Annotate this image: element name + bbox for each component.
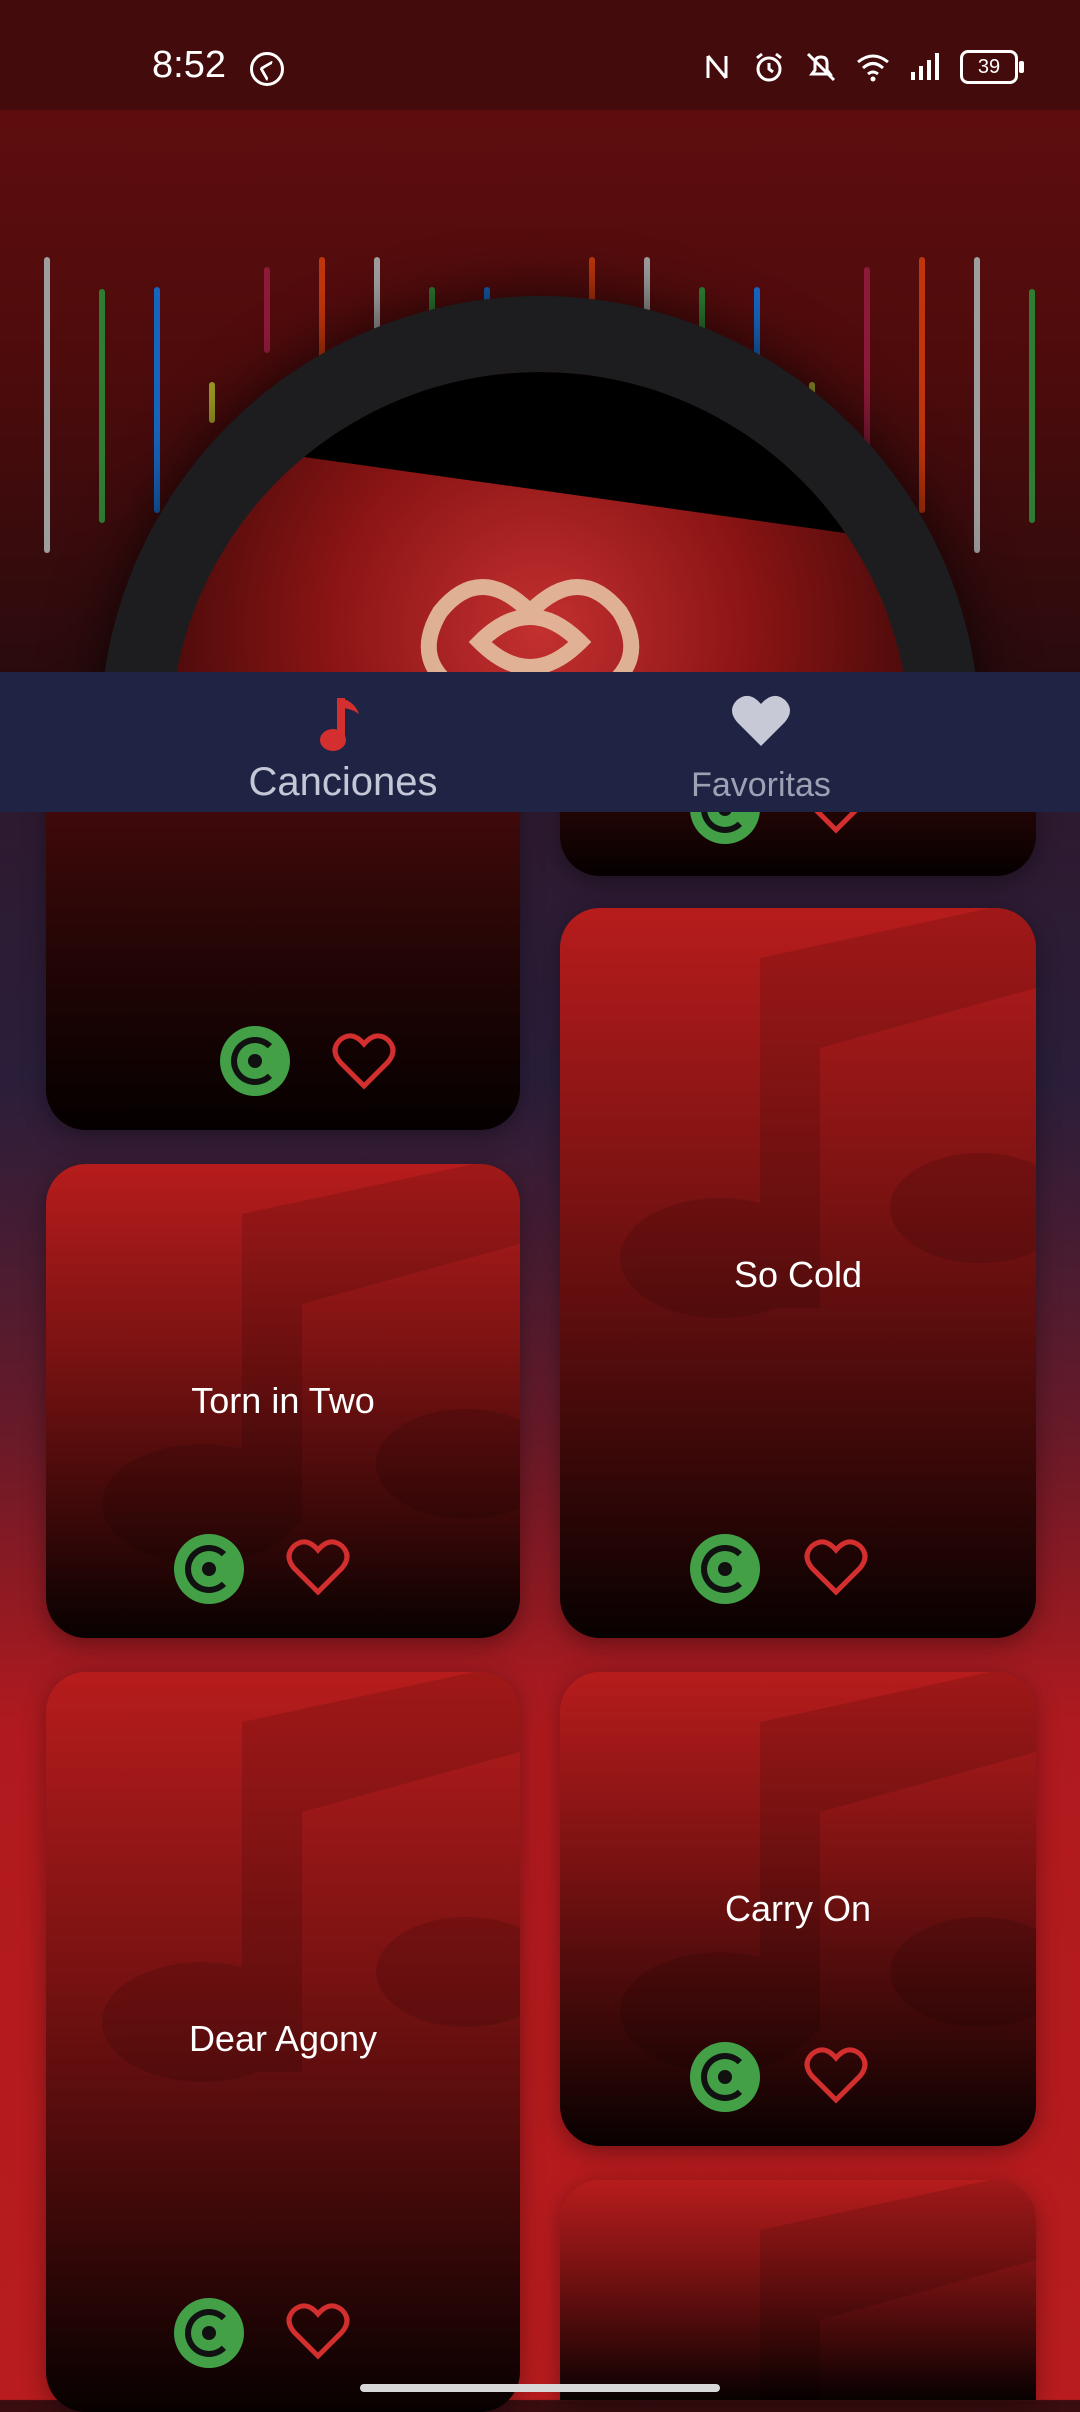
song-card[interactable]: Torn in Two [46,1164,520,1638]
heart-icon [732,695,790,746]
celtic-knot-icon [420,579,640,672]
song-title: Dear Agony [188,2018,378,2059]
song-card[interactable] [46,760,520,1130]
play-disc-icon[interactable] [174,2298,244,2368]
tab-canciones[interactable]: Canciones [193,672,493,812]
mute-icon [806,52,836,82]
home-indicator[interactable] [360,2384,720,2392]
status-icons: 39 [700,50,1024,84]
favorite-heart-icon[interactable] [286,2302,350,2362]
song-title: Torn in Two [191,1380,375,1421]
song-card[interactable] [560,2180,1036,2400]
play-disc-icon[interactable] [220,1026,290,1096]
album-cover [170,372,910,672]
tab-label-canciones: Canciones [248,760,438,804]
song-card[interactable]: Dear Agony [46,1672,520,2412]
whatsapp-icon [250,52,284,86]
music-note-icon [320,698,359,751]
song-card[interactable]: So Cold [560,908,1036,1638]
tab-label-favoritas: Favoritas [691,766,831,804]
play-disc-icon[interactable] [690,2042,760,2112]
tab-bar: Canciones Favoritas [0,672,1080,812]
favorite-heart-icon[interactable] [804,2046,868,2106]
play-disc-icon[interactable] [174,1534,244,1604]
now-playing-header [0,110,1080,672]
song-title: So Cold [733,1254,863,1295]
nfc-icon [706,55,728,79]
music-note-bg-icon [760,2180,1036,2400]
favorite-heart-icon[interactable] [286,1538,350,1598]
status-bar: 8:52 39 [0,0,1080,110]
song-card[interactable]: Carry On [560,1672,1036,2146]
tab-favoritas[interactable]: Favoritas [611,672,911,812]
alarm-icon [756,52,782,82]
status-time: 8:52 [152,44,226,86]
song-title: Carry On [724,1888,872,1929]
favorite-heart-icon[interactable] [332,1032,396,1092]
signal-icon [911,53,939,80]
favorite-heart-icon[interactable] [804,1538,868,1598]
battery-icon: 39 [960,50,1024,84]
play-disc-icon[interactable] [690,1534,760,1604]
wifi-icon [857,54,889,82]
